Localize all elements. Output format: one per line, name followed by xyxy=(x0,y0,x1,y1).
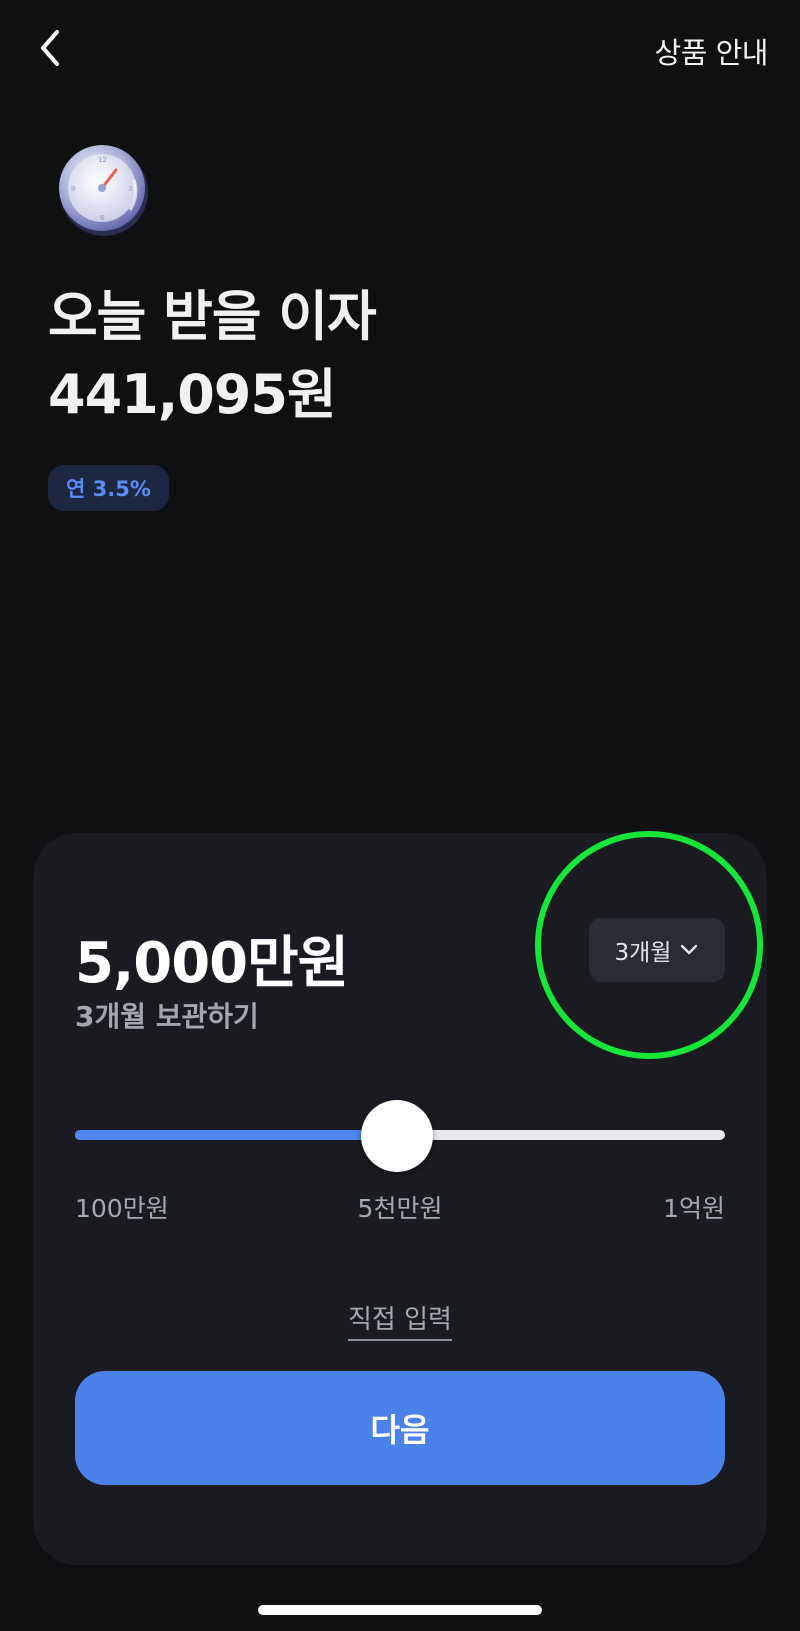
svg-text:6: 6 xyxy=(100,214,105,222)
rate-badge: 연 3.5% xyxy=(48,465,169,511)
next-button[interactable]: 다음 xyxy=(75,1371,725,1485)
deposit-caption: 3개월 보관하기 xyxy=(75,1000,259,1033)
interest-headline: 오늘 받을 이자 441,095원 xyxy=(48,278,377,434)
chevron-down-icon xyxy=(681,944,698,955)
svg-text:12: 12 xyxy=(98,156,107,164)
period-select-value: 3개월 xyxy=(614,940,672,966)
headline-title: 오늘 받을 이자 xyxy=(48,285,377,348)
chevron-left-icon xyxy=(41,30,59,66)
slider-max-label: 1억원 xyxy=(663,1194,725,1223)
direct-input-row: 직접 입력 xyxy=(33,1299,767,1341)
product-info-link[interactable]: 상품 안내 xyxy=(655,30,769,72)
direct-input-link[interactable]: 직접 입력 xyxy=(348,1305,452,1341)
top-bar: 상품 안내 xyxy=(0,0,800,100)
slider-fill xyxy=(75,1130,397,1140)
slider-mid-label: 5천만원 xyxy=(357,1194,443,1223)
svg-text:9: 9 xyxy=(71,185,75,193)
svg-text:3: 3 xyxy=(128,185,132,193)
deposit-card: 5,000만원 3개월 보관하기 3개월 100만원 5천만원 1억원 직접 입… xyxy=(33,833,767,1565)
period-select[interactable]: 3개월 xyxy=(589,918,725,982)
home-indicator xyxy=(258,1605,542,1615)
interest-amount: 441,095원 xyxy=(48,363,337,426)
slider-thumb[interactable] xyxy=(360,1100,433,1172)
amount-slider[interactable] xyxy=(75,1100,725,1172)
back-button[interactable] xyxy=(28,26,72,70)
deposit-amount: 5,000만원 xyxy=(75,931,349,996)
clock-icon: 12 3 9 6 xyxy=(56,140,156,240)
